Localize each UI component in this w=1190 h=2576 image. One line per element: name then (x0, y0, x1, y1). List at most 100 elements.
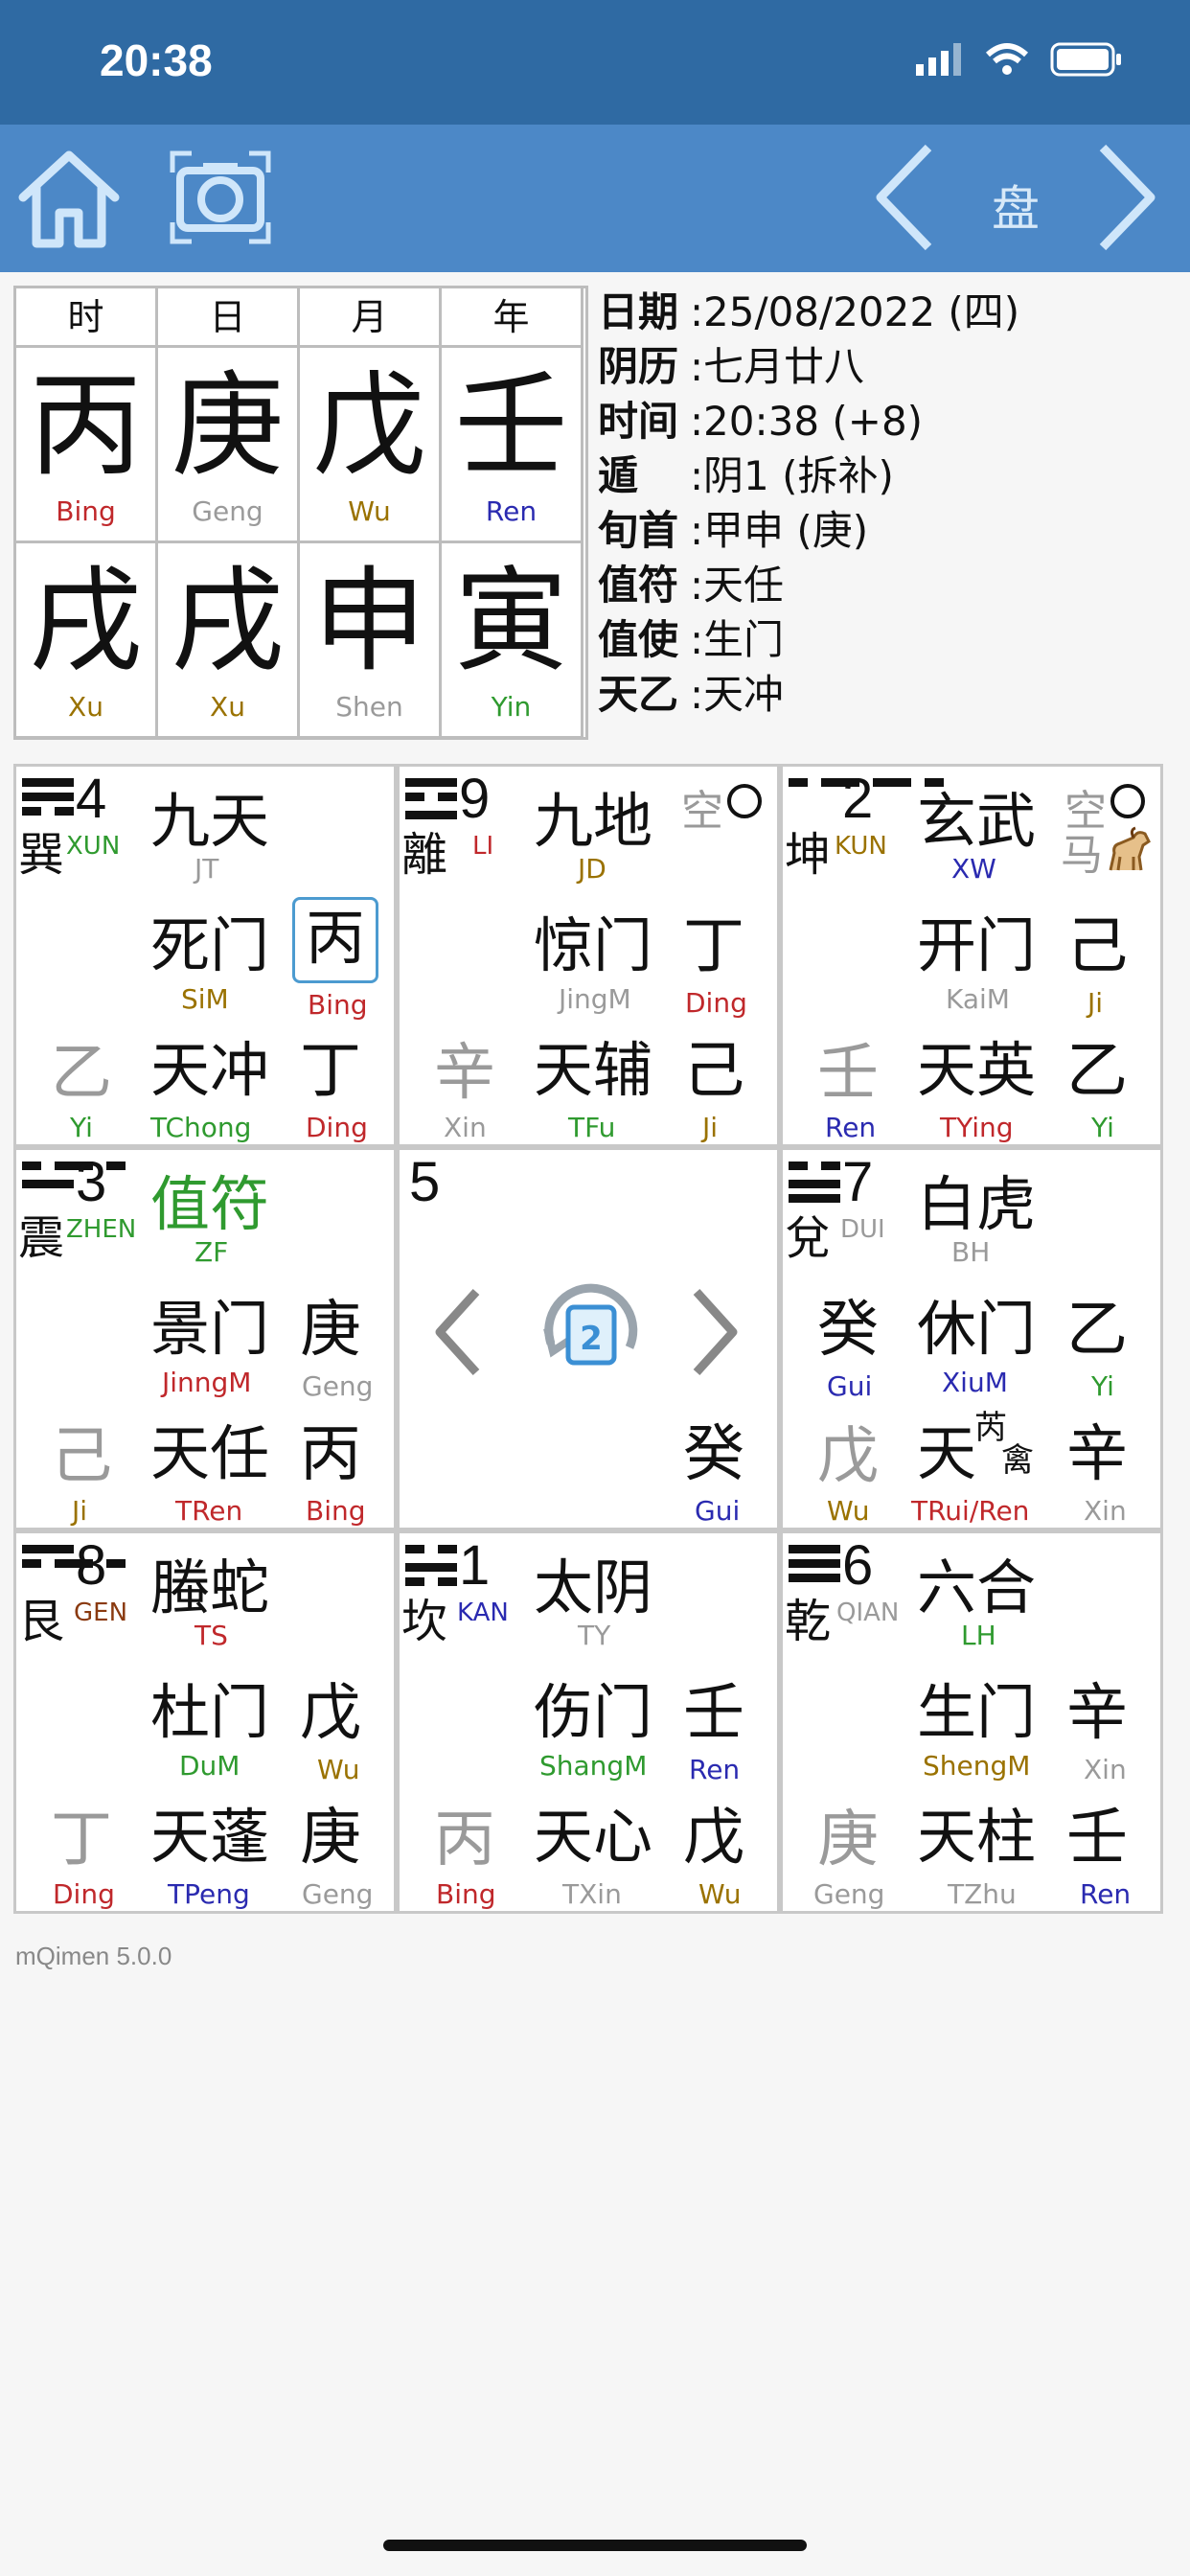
deity: 太阴 (534, 1552, 653, 1622)
pillar-branch: 寅 (454, 555, 568, 687)
trigram-name: 離 (401, 828, 448, 882)
star-stem: 乙 (1066, 1036, 1128, 1107)
horse-icon (1109, 826, 1151, 871)
hidden-stem: 癸 (817, 1295, 879, 1366)
info-colon: : (690, 507, 704, 554)
info-row: 遁: 阴1 (拆补) (598, 449, 1173, 504)
next-layout-icon[interactable] (687, 1284, 744, 1380)
palace-number: 2 (842, 768, 874, 830)
info-row: 日期:25/08/2022 (四) (598, 286, 1173, 340)
deity-abbr: XW (951, 853, 996, 885)
palace-center[interactable]: 5 2 癸 Gui (397, 1147, 780, 1530)
prev-chart-button[interactable] (862, 140, 949, 255)
center-stem: 癸 (683, 1419, 744, 1490)
home-icon (18, 150, 120, 248)
star-stem: 丁 (300, 1036, 361, 1107)
heaven-stem-roman: Bing (308, 989, 368, 1021)
palace-kun[interactable]: 2 坤 KUN 玄武 空 马 XW 开门 KaiM 己 Ji 壬 Ren 天英 … (780, 764, 1163, 1147)
door: 死门 (150, 910, 270, 980)
pillar-head: 日 (158, 288, 300, 348)
status-time: 20:38 (100, 35, 213, 85)
status-icons (916, 42, 1123, 77)
star: 天柱 (917, 1802, 1037, 1872)
deity-abbr: JT (195, 853, 219, 885)
palace-number: 9 (459, 768, 491, 830)
pillar-stem-cell[interactable]: 丙 Bing (16, 348, 158, 543)
palace-number: 1 (459, 1534, 491, 1597)
pillar-branch-cell[interactable]: 戌 Xu (16, 543, 158, 739)
info-label: 遁 (598, 452, 639, 499)
earth-stem-roman: Bing (436, 1878, 496, 1910)
info-colon: : (690, 671, 704, 718)
wifi-icon (985, 43, 1029, 75)
pillar-branch-cell[interactable]: 戌 Xu (158, 543, 300, 739)
pillar-stem-cell[interactable]: 壬 Ren (442, 348, 584, 543)
home-indicator[interactable] (383, 2540, 807, 2551)
info-value: 甲申 (庚) (703, 507, 869, 554)
refresh-document-icon[interactable]: 2 (534, 1275, 649, 1390)
star-stem-roman: Wu (698, 1878, 742, 1910)
pillar-stem-roman: Bing (56, 495, 116, 527)
earth-stem: 丙 (434, 1805, 495, 1875)
star-abbr: TRen (175, 1495, 243, 1527)
trigram-roman: QIAN (836, 1598, 900, 1627)
star-abbr: TXin (562, 1878, 622, 1910)
earth-stem-roman: Xin (444, 1112, 487, 1143)
heaven-stem-box[interactable]: 丙 (292, 897, 378, 983)
door-abbr: SiM (181, 983, 229, 1015)
info-colon: : (690, 452, 704, 499)
info-colon: : (690, 398, 704, 445)
earth-stem: 辛 (434, 1038, 495, 1109)
star: 天心 (534, 1802, 653, 1872)
palace-xun[interactable]: 4 巽 XUN 九天 JT 死门 SiM 丙 Bing 乙 Yi 天冲 TCho… (13, 764, 397, 1147)
palace-kan[interactable]: 1 坎 KAN 太阴 TY 伤门 ShangM 壬 Ren 丙 Bing 天心 … (397, 1530, 780, 1914)
palace-qian[interactable]: 6 乾 QIAN 六合 LH 生门 ShengM 辛 Xin 庚 Geng 天柱… (780, 1530, 1163, 1914)
info-value: 生门 (703, 616, 785, 663)
center-stem-roman: Gui (695, 1495, 741, 1527)
info-label: 日期 (598, 288, 679, 335)
heaven-stem: 辛 (1066, 1678, 1128, 1749)
deity-abbr: LH (961, 1620, 996, 1651)
status-bar: 20:38 (0, 0, 1190, 125)
info-label: 时间 (598, 398, 679, 445)
palace-number: 7 (842, 1151, 874, 1213)
star-stem: 庚 (300, 1803, 361, 1874)
star-stem-roman: Ji (702, 1112, 719, 1143)
pillar-branch-cell[interactable]: 寅 Yin (442, 543, 584, 739)
info-label: 天乙 (598, 671, 679, 718)
next-chart-button[interactable] (1083, 140, 1169, 255)
pillar-stem-roman: Geng (192, 495, 263, 527)
door: 惊门 (534, 910, 653, 980)
pillar-stem: 庚 (171, 359, 285, 492)
pillar-branch-cell[interactable]: 申 Shen (300, 543, 442, 739)
palace-dui[interactable]: 7 兌 DUI 白虎 BH 癸 Gui 休门 XiuM 乙 Yi 戊 Wu 天 … (780, 1147, 1163, 1530)
info-label: 值符 (598, 562, 679, 609)
chart-info: 日期:25/08/2022 (四) 阴历: 七月廿八 时间:20:38 (+8) 遁: 阴… (598, 286, 1173, 723)
pillar-branch-roman: Shen (335, 691, 403, 723)
home-button[interactable] (11, 140, 126, 255)
star-stem-roman: Ding (306, 1112, 368, 1143)
star-combined-lower: 禽 (1001, 1441, 1034, 1480)
deity: 玄武 (917, 786, 1037, 856)
earth-stem-roman: Ding (53, 1878, 115, 1910)
palace-zhen[interactable]: 3 震 ZHEN 值符 ZF 景门 JinngM 庚 Geng 己 Ji 天任 … (13, 1147, 397, 1530)
star-abbr: TZhu (948, 1878, 1017, 1910)
trigram-roman: XUN (66, 832, 121, 861)
trigram-name: 震 (18, 1211, 65, 1265)
prev-layout-icon[interactable] (428, 1284, 486, 1380)
palace-number: 4 (76, 768, 107, 830)
chart-label[interactable]: 盘 (958, 171, 1073, 240)
trigram-roman: KUN (835, 832, 887, 861)
heaven-stem-roman: Wu (317, 1754, 360, 1785)
pillar-stem-cell[interactable]: 庚 Geng (158, 348, 300, 543)
palace-gen[interactable]: 8 艮 GEN 螣蛇 TS 杜门 DuM 戊 Wu 丁 Ding 天蓬 TPen… (13, 1530, 397, 1914)
door: 伤门 (534, 1677, 653, 1747)
star: 天蓬 (150, 1802, 270, 1872)
palace-number: 5 (409, 1151, 441, 1213)
palace-li[interactable]: 9 離 LI 九地 空 JD 惊门 JingM 丁 Ding 辛 Xin 天辅 … (397, 764, 780, 1147)
pillar-stem-roman: Ren (485, 495, 538, 527)
pillar-stem-cell[interactable]: 戊 Wu (300, 348, 442, 543)
camera-button[interactable] (163, 140, 278, 255)
heaven-stem-roman: Yi (1091, 1370, 1114, 1402)
deity-abbr: ZF (195, 1236, 229, 1268)
